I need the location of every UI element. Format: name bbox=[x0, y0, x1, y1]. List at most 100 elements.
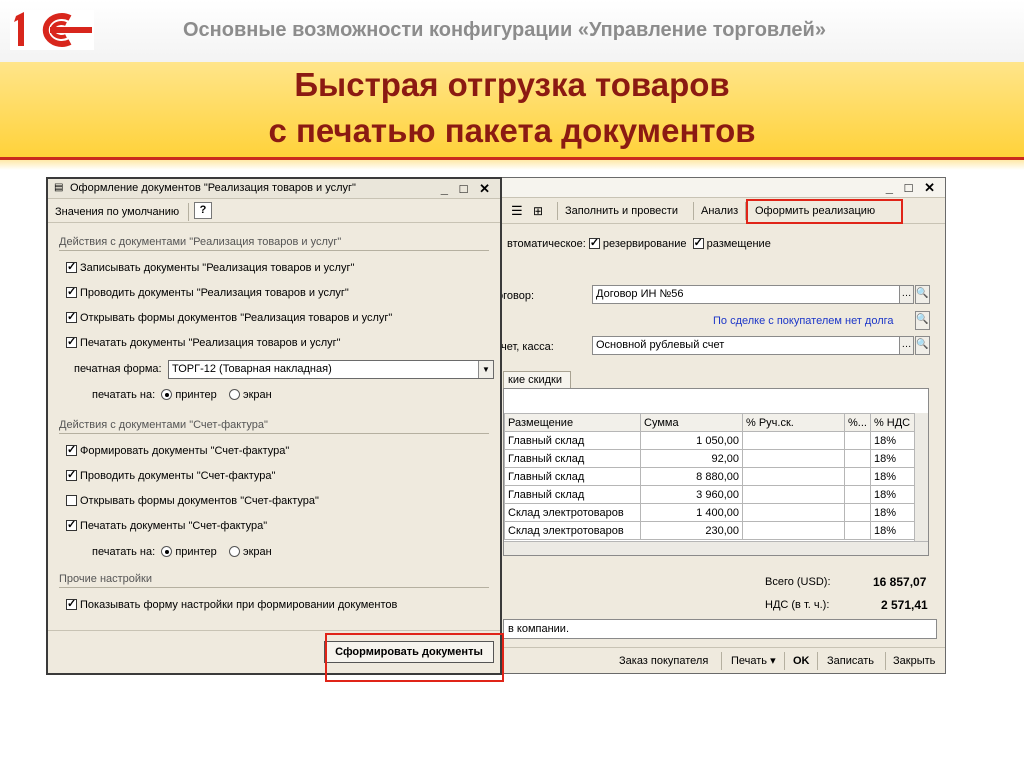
column-header[interactable]: % НДС bbox=[870, 414, 916, 432]
total-value: 16 857,07 bbox=[873, 575, 926, 589]
horizontal-scrollbar[interactable] bbox=[504, 541, 928, 555]
divider-fade bbox=[0, 160, 1024, 170]
checkbox[interactable] bbox=[66, 262, 77, 273]
account-label: чет, касса: bbox=[501, 341, 554, 353]
ok-button[interactable]: OK bbox=[789, 652, 814, 670]
separator bbox=[188, 203, 189, 221]
comment-field[interactable]: в компании. bbox=[503, 619, 937, 639]
table-row[interactable]: Главный склад92,0018% bbox=[505, 450, 917, 468]
contract-field[interactable]: Договор ИН №56 bbox=[592, 285, 912, 304]
column-header[interactable]: % Руч.ск. bbox=[743, 414, 845, 432]
form-invoice-option[interactable]: Формировать документы "Счет-фактура" bbox=[66, 445, 289, 457]
footer-divider bbox=[48, 630, 500, 631]
window-controls[interactable]: _ □ ✕ bbox=[886, 180, 939, 196]
section-divider bbox=[59, 433, 489, 434]
fill-and-post-button[interactable]: Заполнить и провести bbox=[561, 202, 682, 220]
post-sales-option[interactable]: Проводить документы "Реализация товаров … bbox=[66, 287, 349, 299]
save-button[interactable]: Записать bbox=[823, 652, 878, 670]
placement-checkbox[interactable] bbox=[693, 238, 704, 249]
screen-radio[interactable] bbox=[229, 389, 240, 400]
bottom-bar: Заказ покупателя Печать ▾ OK Записать За… bbox=[495, 647, 945, 673]
column-header[interactable]: Размещение bbox=[505, 414, 641, 432]
open-sales-forms-option[interactable]: Открывать формы документов "Реализация т… bbox=[66, 312, 392, 324]
slide-header: Основные возможности конфигурации «Управ… bbox=[183, 19, 826, 42]
print-form-select[interactable]: ТОРГ-12 (Товарная накладная) ▼ bbox=[168, 360, 494, 379]
post-invoice-option[interactable]: Проводить документы "Счет-фактура" bbox=[66, 470, 275, 482]
close-button[interactable]: Закрыть bbox=[889, 652, 939, 670]
table-row[interactable]: Главный склад3 960,0018% bbox=[505, 486, 917, 504]
show-settings-option[interactable]: Показывать форму настройки при формирова… bbox=[66, 599, 397, 611]
separator bbox=[693, 202, 694, 220]
select-button[interactable]: … bbox=[899, 336, 914, 355]
titlebar: ▤ Оформление документов "Реализация това… bbox=[48, 179, 500, 199]
print-button[interactable]: Печать ▾ bbox=[727, 652, 780, 670]
table-row[interactable]: Главный склад8 880,0018% bbox=[505, 468, 917, 486]
vat-value: 2 571,41 bbox=[881, 598, 928, 612]
invoice-print-to-row: печатать на: принтер экран bbox=[92, 546, 272, 558]
section-divider bbox=[59, 587, 489, 588]
document-icon: ▤ bbox=[54, 182, 63, 193]
section-invoice-actions: Действия с документами "Счет-фактура" bbox=[59, 419, 268, 431]
checkbox[interactable] bbox=[66, 312, 77, 323]
vertical-scrollbar[interactable] bbox=[914, 413, 928, 541]
dialog-toolbar: Значения по умолчанию ? bbox=[48, 199, 500, 223]
contract-label: оговор: bbox=[497, 290, 534, 302]
slide-title-line2: с печатью пакета документов bbox=[0, 112, 1024, 150]
tab-discounts[interactable]: кие скидки bbox=[503, 371, 571, 389]
slide-title-line1: Быстрая отгрузка товаров bbox=[0, 66, 1024, 104]
print-sales-option[interactable]: Печатать документы "Реализация товаров и… bbox=[66, 337, 341, 349]
separator bbox=[557, 202, 558, 220]
auto-label: втоматическое: резервирование размещение bbox=[507, 238, 771, 250]
table-row[interactable]: Главный склад1 050,0018% bbox=[505, 432, 917, 450]
separator bbox=[817, 652, 818, 670]
goods-table: Размещение Сумма % Руч.ск. %... % НДС Гл… bbox=[503, 388, 929, 556]
checkbox[interactable] bbox=[66, 470, 77, 481]
section-divider bbox=[59, 250, 489, 251]
checkbox[interactable] bbox=[66, 599, 77, 610]
print-invoice-option[interactable]: Печатать документы "Счет-фактура" bbox=[66, 520, 267, 532]
vat-label: НДС (в т. ч.): bbox=[765, 599, 829, 611]
printer-radio[interactable] bbox=[161, 389, 172, 400]
checkbox[interactable] bbox=[66, 495, 77, 506]
defaults-button[interactable]: Значения по умолчанию bbox=[51, 203, 183, 221]
checkbox[interactable] bbox=[66, 520, 77, 531]
print-form-label: печатная форма: bbox=[74, 363, 162, 375]
checkbox[interactable] bbox=[66, 287, 77, 298]
dialog-title: Оформление документов "Реализация товаро… bbox=[70, 182, 356, 194]
table-row[interactable]: Склад электротоваров1 400,0018% bbox=[505, 504, 917, 522]
reserve-checkbox[interactable] bbox=[589, 238, 600, 249]
checkbox[interactable] bbox=[66, 337, 77, 348]
generate-button-highlight bbox=[325, 633, 504, 682]
column-header[interactable]: %... bbox=[845, 414, 871, 432]
table-row[interactable]: Склад электротоваров230,0018% bbox=[505, 522, 917, 540]
help-button[interactable]: ? bbox=[194, 202, 212, 219]
search-icon[interactable]: 🔍 bbox=[915, 285, 930, 304]
table-header: Размещение Сумма % Руч.ск. %... % НДС bbox=[505, 414, 917, 432]
screen-radio[interactable] bbox=[229, 546, 240, 557]
search-icon[interactable]: 🔍 bbox=[915, 311, 930, 330]
sales-document-window: _ □ ✕ ☰ ⊞ Заполнить и провести Анализ Оф… bbox=[494, 177, 946, 674]
chevron-down-icon[interactable]: ▼ bbox=[478, 361, 493, 378]
printer-radio[interactable] bbox=[161, 546, 172, 557]
list-icon[interactable]: ☰ bbox=[507, 202, 527, 220]
separator bbox=[885, 652, 886, 670]
account-field[interactable]: Основной рублевый счет bbox=[592, 336, 912, 355]
structure-icon[interactable]: ⊞ bbox=[529, 202, 547, 220]
make-sale-highlight bbox=[746, 199, 903, 224]
section-other-settings: Прочие настройки bbox=[59, 573, 152, 585]
column-header[interactable]: Сумма bbox=[641, 414, 743, 432]
section-sales-actions: Действия с документами "Реализация товар… bbox=[59, 236, 341, 248]
print-to-row: печатать на: принтер экран bbox=[92, 389, 272, 401]
open-invoice-forms-option[interactable]: Открывать формы документов "Счет-фактура… bbox=[66, 495, 319, 507]
customer-order-button[interactable]: Заказ покупателя bbox=[615, 652, 712, 670]
analysis-button[interactable]: Анализ bbox=[697, 202, 742, 220]
checkbox[interactable] bbox=[66, 445, 77, 456]
titlebar: _ □ ✕ bbox=[495, 178, 945, 198]
write-sales-option[interactable]: Записывать документы "Реализация товаров… bbox=[66, 262, 354, 274]
debt-link[interactable]: По сделке с покупателем нет долга bbox=[713, 315, 894, 327]
window-controls[interactable]: _ □ ✕ bbox=[441, 181, 494, 197]
document-settings-dialog: ▤ Оформление документов "Реализация това… bbox=[46, 177, 502, 675]
search-icon[interactable]: 🔍 bbox=[915, 336, 930, 355]
separator bbox=[784, 652, 785, 670]
select-button[interactable]: … bbox=[899, 285, 914, 304]
